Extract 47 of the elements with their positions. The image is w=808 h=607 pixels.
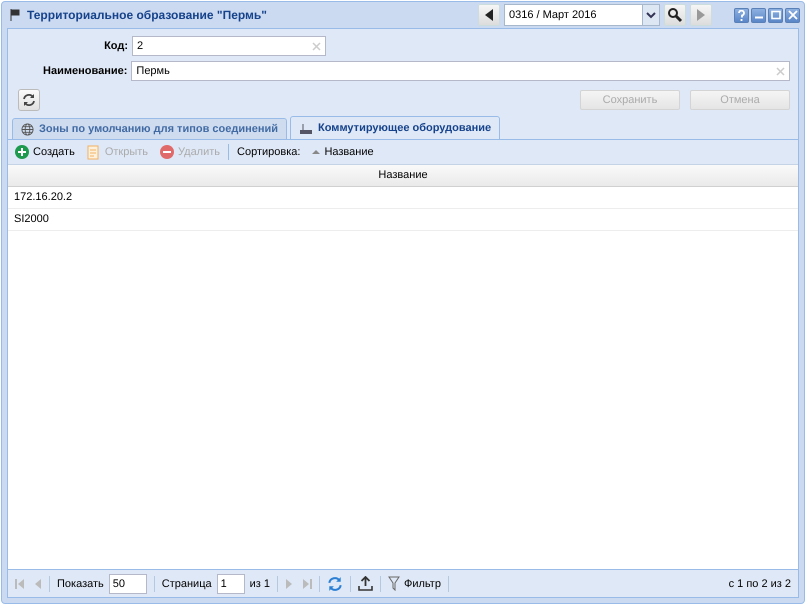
refresh-icon (22, 93, 36, 107)
field-label: Наименование: (42, 65, 128, 77)
sort-ascending-icon (312, 149, 320, 155)
page-size-label: Показать (57, 578, 104, 590)
column-header[interactable]: Название (8, 165, 798, 186)
refresh-icon[interactable] (327, 576, 343, 592)
previous-period-button[interactable] (478, 4, 500, 26)
minimize-button[interactable] (751, 8, 766, 22)
globe-icon (21, 122, 34, 136)
page-count: из 1 (250, 578, 270, 590)
plus-icon (15, 145, 29, 159)
field-label: Код: (103, 40, 129, 52)
device-icon (299, 122, 314, 134)
document-icon (86, 144, 101, 160)
search-icon (667, 7, 683, 23)
window-title: Территориальное образование "Пермь" (27, 8, 267, 22)
close-icon (788, 10, 798, 20)
tab[interactable]: Коммутирующее оборудование (290, 116, 500, 139)
close-button[interactable] (785, 8, 800, 22)
left-arrow-icon (484, 9, 494, 21)
search-button[interactable] (664, 4, 686, 26)
page-size-field[interactable]: 50 (108, 574, 147, 594)
table-cell-text: 172.16.20.2 (13, 190, 74, 205)
toolbar-button[interactable]: Создать (11, 143, 79, 161)
refresh-button[interactable] (18, 89, 40, 111)
page-label: Страница (162, 578, 212, 590)
upload-icon[interactable] (358, 576, 373, 591)
text-field[interactable]: 2 (132, 36, 326, 56)
table-cell-text: SI2000 (13, 212, 50, 227)
maximize-button[interactable] (768, 8, 783, 22)
help-button[interactable] (734, 8, 749, 22)
page-field[interactable]: 1 (216, 574, 245, 594)
right-arrow-icon (696, 9, 706, 21)
text-field[interactable]: Пермь (131, 61, 790, 81)
maximize-icon (770, 10, 780, 20)
filter-button[interactable]: Фильтр (388, 576, 441, 591)
period-select[interactable]: 0316 / Март 2016 (504, 4, 660, 26)
filter-icon (388, 576, 400, 591)
tab[interactable]: Зоны по умолчанию для типов соединений (12, 118, 288, 139)
minus-icon (160, 145, 174, 159)
dropdown-icon[interactable] (642, 5, 659, 25)
minimize-icon (754, 16, 762, 19)
sort-button[interactable]: Название (308, 144, 378, 160)
help-icon (737, 10, 746, 20)
sort-label: Сортировка: (236, 146, 302, 158)
page-info: с 1 по 2 из 2 (728, 578, 791, 590)
flag-icon (10, 9, 20, 21)
